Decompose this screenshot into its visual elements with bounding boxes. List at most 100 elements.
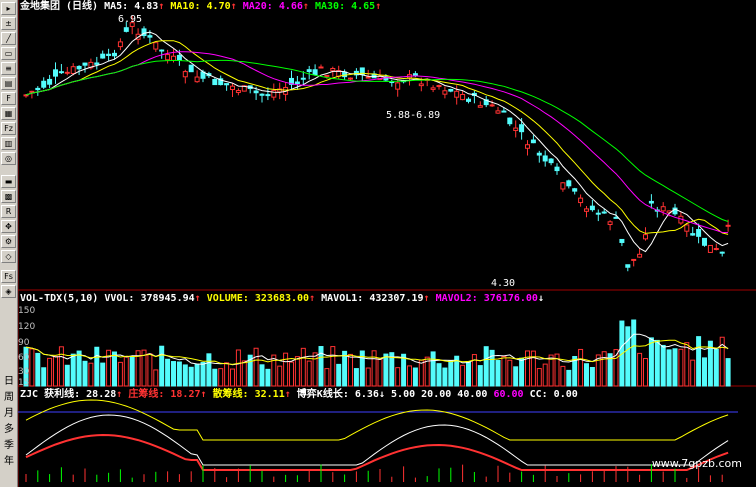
cc-label: CC: xyxy=(529,389,548,400)
candle-body xyxy=(365,76,371,79)
candle-body xyxy=(643,234,648,240)
move-tool-icon[interactable]: ✥ xyxy=(1,220,16,233)
candle-body xyxy=(430,87,436,90)
level2-value: 20.00 xyxy=(421,389,452,400)
candle-body xyxy=(578,197,584,204)
game-arrow: ↓ xyxy=(378,389,385,400)
volume-bar xyxy=(194,363,200,387)
candle-body xyxy=(182,71,188,78)
volume-bar xyxy=(159,345,165,387)
candle-body xyxy=(230,85,235,91)
period-day-button[interactable]: 日 xyxy=(0,374,18,390)
volume-bar xyxy=(365,367,371,387)
game-value: 6.36 xyxy=(354,389,379,400)
candle-body xyxy=(495,110,501,114)
volume-bar xyxy=(672,348,678,387)
volume-bar xyxy=(300,347,306,387)
f10-tool-icon[interactable]: F xyxy=(1,92,16,105)
volume-bar xyxy=(584,363,589,387)
volume-bar xyxy=(542,363,548,387)
volume-bar xyxy=(725,358,731,387)
candle-body xyxy=(271,90,277,98)
volume-bar xyxy=(64,364,70,387)
tool-icon-12[interactable]: ▩ xyxy=(1,190,16,203)
candle-body xyxy=(595,212,601,215)
candle-body xyxy=(259,93,265,96)
tool-icon-11[interactable]: ▬ xyxy=(1,175,16,188)
tool-icon-18[interactable]: ◈ xyxy=(1,285,16,298)
tool-icon-7[interactable]: ▦ xyxy=(1,107,16,120)
volume-bar xyxy=(377,358,383,387)
candle-body xyxy=(70,66,76,75)
volume-bar xyxy=(129,356,135,387)
candle-body xyxy=(631,258,637,261)
vvol-label: VVOL: xyxy=(104,293,135,304)
window-tool-icon[interactable]: ▭ xyxy=(1,47,16,60)
tool-icon-16[interactable]: ◇ xyxy=(1,250,16,263)
candle-body xyxy=(548,158,554,164)
volume-bar xyxy=(312,352,318,387)
chart-tool-icon[interactable]: ▤ xyxy=(1,77,16,90)
line-tool-icon[interactable]: ╱ xyxy=(1,32,16,45)
volume-bar xyxy=(294,356,300,387)
candle-body xyxy=(613,216,619,219)
cursor-tool-icon[interactable]: ▸ xyxy=(1,2,16,15)
ma30-label: MA30: xyxy=(314,1,346,12)
period-multi-button[interactable]: 多 xyxy=(0,422,18,438)
low-price-label: 4.30 xyxy=(491,278,516,289)
zoom-tool-icon[interactable]: ± xyxy=(1,17,16,30)
candle-body xyxy=(501,110,507,113)
volume-bar xyxy=(123,356,129,387)
fiz-tool-icon[interactable]: Fz xyxy=(1,122,16,135)
volume-bar xyxy=(548,354,554,387)
chart-area[interactable]: 金地集团 (日线) MA5: 4.83↑ MA10: 4.70↑ MA20: 4… xyxy=(18,0,756,487)
ma5-value: 4.83 xyxy=(134,1,159,12)
list-tool-icon[interactable]: ≡ xyxy=(1,62,16,75)
period-quarter-button[interactable]: 季 xyxy=(0,438,18,454)
candle-body xyxy=(165,54,171,61)
volume-bar xyxy=(182,364,188,387)
vol-axis-120: 120 xyxy=(18,322,36,332)
volume-bar xyxy=(253,347,259,387)
speech-tool-icon[interactable]: ◎ xyxy=(1,152,16,165)
candle-body xyxy=(519,124,525,133)
candle-body xyxy=(637,253,643,258)
volume-bar xyxy=(684,342,690,387)
candle-body xyxy=(100,53,106,59)
candle-body xyxy=(312,69,318,76)
candle-body xyxy=(159,49,165,52)
volume-bar xyxy=(176,361,182,387)
period-month-button[interactable]: 月 xyxy=(0,406,18,422)
fs-tool-icon[interactable]: Fs xyxy=(1,270,16,283)
ma5-line xyxy=(25,31,729,253)
price-header: 金地集团 (日线) MA5: 4.83↑ MA10: 4.70↑ MA20: 4… xyxy=(20,1,381,13)
tool-icon-9[interactable]: ▥ xyxy=(1,137,16,150)
retail-arrow: ↑ xyxy=(284,389,291,400)
volume-bar xyxy=(648,337,654,387)
candle-body xyxy=(23,94,29,97)
ma5-arrow: ↑ xyxy=(158,1,165,12)
vol-axis-150: 150 xyxy=(18,306,36,316)
period-year-button[interactable]: 年 xyxy=(0,454,18,470)
rsi-tool-icon[interactable]: R xyxy=(1,205,16,218)
candle-body xyxy=(507,117,513,125)
volume-bar xyxy=(353,368,359,387)
profit-arrow: ↑ xyxy=(116,389,123,400)
stock-name: 金地集团 xyxy=(20,1,60,12)
candle-body xyxy=(58,71,64,74)
volume-bar xyxy=(442,367,448,387)
candle-body xyxy=(94,62,100,65)
candle-body xyxy=(489,104,495,107)
volume-bar xyxy=(678,348,684,387)
settings-tool-icon[interactable]: ⚙ xyxy=(1,235,16,248)
period-week-button[interactable]: 周 xyxy=(0,390,18,406)
candle-body xyxy=(702,237,707,246)
volume-bar xyxy=(70,353,76,387)
volume-bar xyxy=(153,369,159,387)
volume-bar xyxy=(165,358,171,387)
ma10-label: MA10: xyxy=(170,1,201,12)
profit-label: 获利线: xyxy=(44,389,81,400)
ma20-value: 4.66 xyxy=(278,1,303,12)
kline-chart-svg[interactable] xyxy=(18,0,756,487)
candle-body xyxy=(719,251,725,254)
